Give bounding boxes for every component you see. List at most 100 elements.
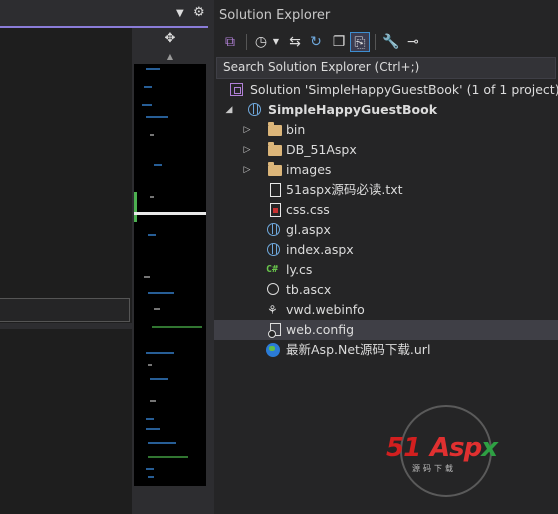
tree-item-file[interactable]: gl.aspx: [214, 220, 558, 240]
watermark-logo: 51 Aspx 源码下载: [386, 405, 512, 497]
gear-icon[interactable]: ⚙: [193, 6, 207, 20]
tree-item-label: index.aspx: [286, 242, 354, 257]
folder-icon: [268, 162, 282, 176]
code-minimap[interactable]: [134, 64, 206, 486]
internet-shortcut-icon: [266, 343, 280, 357]
tree-item-label: DB_51Aspx: [286, 142, 357, 157]
minimap-code-line: [148, 292, 174, 294]
sync-icon[interactable]: ⇆: [286, 32, 304, 52]
tree-item-solution[interactable]: Solution 'SimpleHappyGuestBook' (1 of 1 …: [214, 80, 558, 100]
tree-item-file[interactable]: 最新Asp.Net源码下载.url: [214, 340, 558, 360]
tree-item-folder[interactable]: ▷ DB_51Aspx: [214, 140, 558, 160]
tree-item-label: vwd.webinfo: [286, 302, 365, 317]
webinfo-file-icon: ⚘: [267, 303, 278, 317]
editor-find-field[interactable]: [0, 298, 130, 322]
minimap-code-line: [148, 364, 152, 366]
minimap-code-line: [142, 104, 152, 106]
tree-item-file[interactable]: web.config: [214, 320, 558, 340]
user-control-icon: [267, 283, 279, 295]
tree-item-label: css.css: [286, 202, 330, 217]
tree-item-file[interactable]: css.css: [214, 200, 558, 220]
tree-item-file[interactable]: index.aspx: [214, 240, 558, 260]
minimap-code-line: [144, 276, 150, 278]
toolbar-separator: [375, 34, 376, 50]
collapse-arrow-icon[interactable]: ▷: [242, 140, 252, 160]
minimap-code-line: [146, 468, 154, 470]
minimap-code-line: [146, 428, 160, 430]
solution-icon: [230, 83, 243, 96]
css-file-icon: [270, 203, 281, 217]
minimap-code-line: [146, 418, 154, 420]
watermark-brand-x: x: [481, 433, 498, 463]
minimap-code-line: [144, 86, 152, 88]
tree-item-file[interactable]: C# ly.cs: [214, 260, 558, 280]
minimap-code-line: [150, 400, 156, 402]
tree-item-label: web.config: [286, 322, 355, 337]
tree-item-file[interactable]: 51aspx源码必读.txt: [214, 180, 558, 200]
chevron-down-icon[interactable]: ▼: [271, 32, 281, 52]
tree-item-label: bin: [286, 122, 306, 137]
tree-item-label: SimpleHappyGuestBook: [268, 102, 438, 117]
vs-switch-view-icon[interactable]: ⧉: [220, 32, 240, 52]
aspx-file-icon: [267, 243, 280, 256]
preview-icon[interactable]: ⊸: [404, 32, 422, 52]
properties-wrench-icon[interactable]: 🔧: [382, 32, 400, 52]
toolbar-separator: [246, 34, 247, 50]
minimap-code-line: [154, 164, 162, 166]
text-file-icon: [270, 183, 281, 197]
minimap-code-line: [148, 442, 176, 444]
search-placeholder: Search Solution Explorer (Ctrl+;): [223, 60, 420, 74]
solution-explorer-toolbar: ⧉ ◷ ▼ ⇆ ↻ ❐ ⎘ 🔧 ⊸: [214, 28, 558, 56]
minimap-code-line: [150, 378, 168, 380]
tree-item-label: tb.ascx: [286, 282, 332, 297]
minimap-viewport-line[interactable]: [134, 212, 206, 215]
minimap-code-line: [148, 456, 188, 458]
split-handle-icon[interactable]: ✥: [162, 32, 178, 46]
watermark-brand-text: Aspx: [430, 433, 498, 463]
minimap-code-line: [148, 476, 154, 478]
website-globe-icon: [248, 103, 261, 116]
code-editor-pane: ▼ ⚙ ✥ ▲: [0, 0, 208, 514]
tree-item-folder[interactable]: ▷ images: [214, 160, 558, 180]
minimap-code-line: [146, 68, 160, 70]
watermark-brand-number: 51: [386, 433, 421, 463]
tree-item-label: images: [286, 162, 332, 177]
csharp-file-icon: C#: [266, 264, 279, 275]
minimap-code-line: [148, 234, 156, 236]
editor-text-area[interactable]: [0, 28, 132, 514]
search-input[interactable]: Search Solution Explorer (Ctrl+;): [216, 57, 556, 79]
minimap-code-line: [150, 134, 154, 136]
tree-item-project[interactable]: ◢ SimpleHappyGuestBook: [214, 100, 558, 120]
minimap-column: ✥ ▲: [132, 28, 208, 514]
minimap-code-line: [146, 352, 174, 354]
editor-horizontal-scrollbar[interactable]: [0, 323, 132, 329]
watermark-brand-asp: Asp: [430, 433, 482, 463]
minimap-code-line: [150, 196, 154, 198]
aspx-file-icon: [267, 223, 280, 236]
minimap-code-line: [152, 326, 202, 328]
collapse-arrow-icon[interactable]: ▷: [242, 120, 252, 140]
chevron-down-icon[interactable]: ▼: [176, 8, 188, 20]
tree-item-label: gl.aspx: [286, 222, 331, 237]
scroll-up-arrow-icon[interactable]: ▲: [164, 52, 176, 62]
config-file-icon: [268, 323, 281, 338]
watermark-tagline: 源码下载: [412, 464, 456, 473]
show-all-files-icon[interactable]: ⎘: [350, 32, 370, 52]
history-icon[interactable]: ◷: [252, 32, 270, 52]
editor-tab-strip: ▼ ⚙: [0, 0, 208, 28]
expand-arrow-icon[interactable]: ◢: [224, 100, 234, 120]
tree-item-label: 51aspx源码必读.txt: [286, 182, 403, 197]
tree-item-label: Solution 'SimpleHappyGuestBook' (1 of 1 …: [250, 82, 558, 97]
tree-item-label: 最新Asp.Net源码下载.url: [286, 342, 431, 357]
panel-title: Solution Explorer: [219, 8, 331, 23]
refresh-icon[interactable]: ↻: [307, 32, 325, 52]
collapse-arrow-icon[interactable]: ▷: [242, 160, 252, 180]
tree-item-file[interactable]: tb.ascx: [214, 280, 558, 300]
tree-item-label: ly.cs: [286, 262, 313, 277]
collapse-all-icon[interactable]: ❐: [330, 32, 348, 52]
tree-item-folder[interactable]: ▷ bin: [214, 120, 558, 140]
tree-item-file[interactable]: ⚘ vwd.webinfo: [214, 300, 558, 320]
minimap-code-line: [154, 308, 160, 310]
minimap-code-line: [146, 116, 168, 118]
folder-icon: [268, 142, 282, 156]
